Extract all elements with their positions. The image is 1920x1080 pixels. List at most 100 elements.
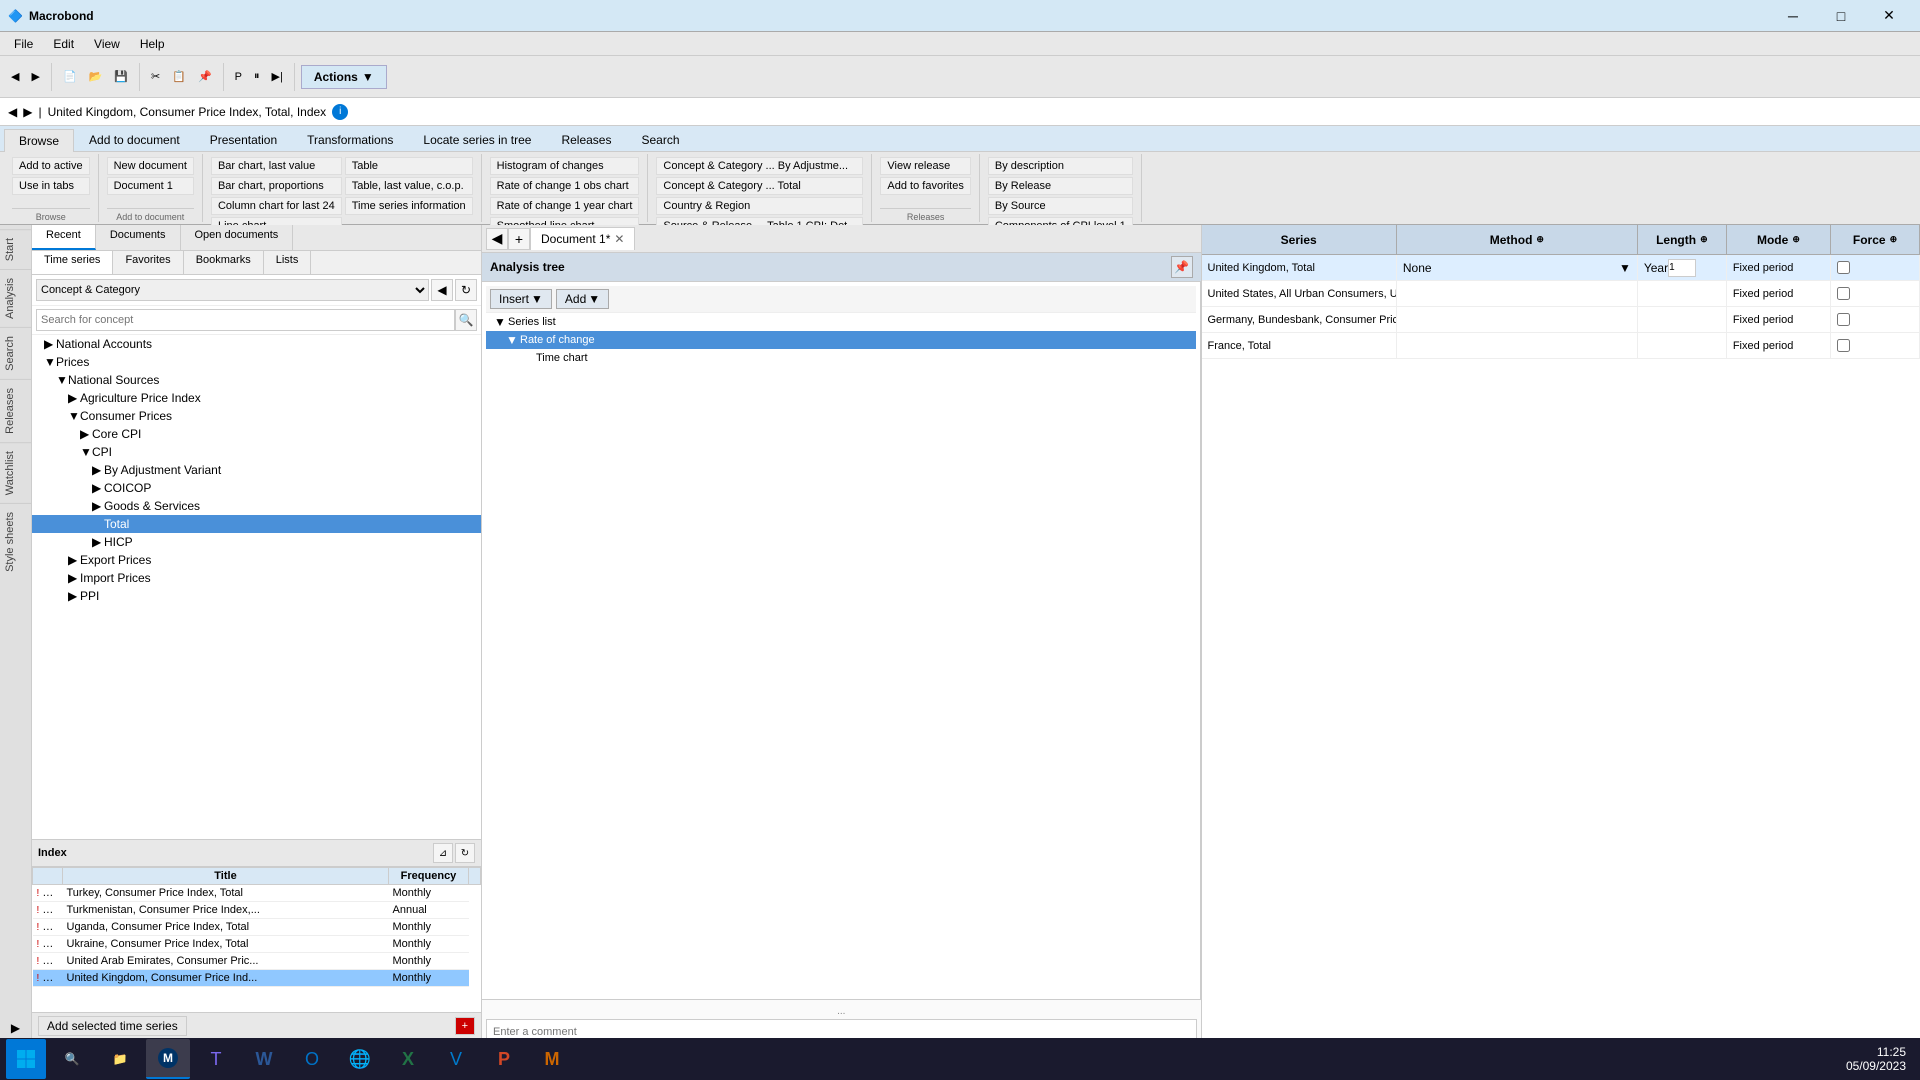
tree-goods-services[interactable]: ▶ Goods & Services <box>32 497 481 515</box>
force-check-1[interactable] <box>1837 287 1850 300</box>
tree-consumer-prices[interactable]: ▼ Consumer Prices <box>32 407 481 425</box>
ribbon-add-to-active[interactable]: Add to active <box>12 157 90 175</box>
category-dropdown[interactable]: Concept & Category <box>36 279 429 301</box>
minimize-button[interactable]: ─ <box>1770 0 1816 32</box>
tree-cpi[interactable]: ▼ CPI <box>32 443 481 461</box>
ribbon-locate-by-adj[interactable]: Concept & Category ... By Adjustme... <box>656 157 863 175</box>
ribbon-tab-browse[interactable]: Browse <box>4 129 74 152</box>
tree-national-sources[interactable]: ▼ National Sources <box>32 371 481 389</box>
breadcrumb-forward[interactable]: ▶ <box>23 105 32 119</box>
series-row-0[interactable]: United Kingdom, Total None ▼ Year Fixed … <box>1202 255 1920 281</box>
ribbon-by-description[interactable]: By description <box>988 157 1133 175</box>
tab-documents[interactable]: Documents <box>96 225 181 250</box>
index-row-3[interactable]: ! □ ≡ ■■ Ukraine, Consumer Price Index, … <box>33 936 481 953</box>
tab-open-documents[interactable]: Open documents <box>181 225 294 250</box>
tb-btn-p[interactable]: P <box>230 61 247 93</box>
ribbon-new-document[interactable]: New document <box>107 157 194 175</box>
ribbon-rate-1year[interactable]: Rate of change 1 year chart <box>490 197 640 215</box>
at-insert-btn[interactable]: Insert ▼ <box>490 289 552 309</box>
at-time-chart[interactable]: Time chart <box>486 349 1196 367</box>
tree-agriculture[interactable]: ▶ Agriculture Price Index <box>32 389 481 407</box>
add-series-button[interactable]: Add selected time series <box>38 1016 187 1036</box>
tree-total[interactable]: Total <box>32 515 481 533</box>
save-button[interactable]: 💾 <box>109 61 133 93</box>
taskbar-teams[interactable]: T <box>194 1039 238 1079</box>
tree-import-prices[interactable]: ▶ Import Prices <box>32 569 481 587</box>
series-row-3[interactable]: France, Total Fixed period <box>1202 333 1920 359</box>
sidebar-tab-watchlist[interactable]: Watchlist <box>0 442 31 503</box>
tree-by-adj[interactable]: ▶ By Adjustment Variant <box>32 461 481 479</box>
search-input[interactable] <box>36 309 455 331</box>
ribbon-table-last[interactable]: Table, last value, c.o.p. <box>345 177 473 195</box>
tree-coicop[interactable]: ▶ COICOP <box>32 479 481 497</box>
taskbar-excel[interactable]: X <box>386 1039 430 1079</box>
ribbon-by-source[interactable]: By Source <box>988 197 1133 215</box>
ribbon-locate-total[interactable]: Concept & Category ... Total <box>656 177 863 195</box>
ribbon-rate-1obs[interactable]: Rate of change 1 obs chart <box>490 177 640 195</box>
info-badge[interactable]: i <box>332 104 348 120</box>
series-row-1[interactable]: United States, All Urban Consumers, U.S.… <box>1202 281 1920 307</box>
col-length[interactable]: Length ⊕ <box>1638 225 1727 254</box>
taskbar-vscode[interactable]: V <box>434 1039 478 1079</box>
menu-view[interactable]: View <box>84 35 130 53</box>
nav-back-button[interactable]: ◀ <box>6 61 24 93</box>
method-dropdown-arrow-0[interactable]: ▼ <box>1619 261 1631 275</box>
doc-tab-1[interactable]: Document 1* ✕ <box>530 227 635 250</box>
cat-refresh-btn[interactable]: ↻ <box>455 279 477 301</box>
force-check-3[interactable] <box>1837 339 1850 352</box>
index-row-0[interactable]: ! □ ≡ ■■ Turkey, Consumer Price Index, T… <box>33 885 481 902</box>
index-row-5[interactable]: ! □ ≡ ■■ United Kingdom, Consumer Price … <box>33 970 481 987</box>
subtab-bookmarks[interactable]: Bookmarks <box>184 251 264 274</box>
sidebar-tab-stylesheets[interactable]: Style sheets <box>0 503 31 580</box>
index-refresh-btn[interactable]: ↻ <box>455 843 475 863</box>
sidebar-collapse-btn[interactable]: ▶ <box>11 1017 20 1039</box>
ribbon-locate-country[interactable]: Country & Region <box>656 197 863 215</box>
sidebar-tab-releases[interactable]: Releases <box>0 379 31 442</box>
tb-btn-pause[interactable]: ⏸ <box>249 61 265 93</box>
ribbon-tab-add[interactable]: Add to document <box>74 128 195 151</box>
ribbon-document-1[interactable]: Document 1 <box>107 177 194 195</box>
doc-tab-close[interactable]: ✕ <box>614 232 624 246</box>
menu-help[interactable]: Help <box>130 35 175 53</box>
col-series[interactable]: Series <box>1202 225 1397 254</box>
sidebar-tab-analysis[interactable]: Analysis <box>0 269 31 327</box>
subtab-favorites[interactable]: Favorites <box>113 251 183 274</box>
open-button[interactable]: 📂 <box>84 61 108 93</box>
menu-file[interactable]: File <box>4 35 43 53</box>
tree-export-prices[interactable]: ▶ Export Prices <box>32 551 481 569</box>
taskbar-search[interactable]: 🔍 <box>50 1039 94 1079</box>
tree-hicp[interactable]: ▶ HICP <box>32 533 481 551</box>
ribbon-bar-chart-last[interactable]: Bar chart, last value <box>211 157 342 175</box>
analysis-pin-btn[interactable]: 📌 <box>1171 256 1193 278</box>
tb-btn-extra[interactable]: ▶| <box>267 61 288 93</box>
ribbon-table[interactable]: Table <box>345 157 473 175</box>
ribbon-tab-search[interactable]: Search <box>626 128 694 151</box>
maximize-button[interactable]: □ <box>1818 0 1864 32</box>
ribbon-tab-transformations[interactable]: Transformations <box>292 128 408 151</box>
cut-button[interactable]: ✂ <box>146 61 165 93</box>
taskbar-files[interactable]: 📁 <box>98 1039 142 1079</box>
taskbar-word[interactable]: W <box>242 1039 286 1079</box>
col-mode[interactable]: Mode ⊕ <box>1727 225 1831 254</box>
index-row-2[interactable]: ! □ ≡ ■■ Uganda, Consumer Price Index, T… <box>33 919 481 936</box>
tree-prices[interactable]: ▼ Prices <box>32 353 481 371</box>
sidebar-tab-start[interactable]: Start <box>0 229 31 269</box>
at-series-list[interactable]: ▼ Series list <box>486 313 1196 331</box>
index-filter-btn[interactable]: ⊿ <box>433 843 453 863</box>
doc-tab-add[interactable]: + <box>508 228 530 250</box>
paste-button[interactable]: 📌 <box>193 61 217 93</box>
ribbon-use-in-tabs[interactable]: Use in tabs <box>12 177 90 195</box>
add-series-red-btn[interactable]: + <box>455 1017 475 1035</box>
ribbon-column-chart[interactable]: Column chart for last 24 <box>211 197 342 215</box>
ribbon-view-release[interactable]: View release <box>880 157 970 175</box>
series-cell-method-2[interactable] <box>1397 307 1638 332</box>
ribbon-time-series-info[interactable]: Time series information <box>345 197 473 215</box>
subtab-time-series[interactable]: Time series <box>32 251 113 274</box>
subtab-lists[interactable]: Lists <box>264 251 312 274</box>
force-check-2[interactable] <box>1837 313 1850 326</box>
search-icon[interactable]: 🔍 <box>455 309 477 331</box>
ribbon-tab-locate[interactable]: Locate series in tree <box>408 128 546 151</box>
series-cell-method-3[interactable] <box>1397 333 1638 358</box>
taskbar-macrobond[interactable]: M <box>146 1039 190 1079</box>
taskbar-powerpoint[interactable]: P <box>482 1039 526 1079</box>
